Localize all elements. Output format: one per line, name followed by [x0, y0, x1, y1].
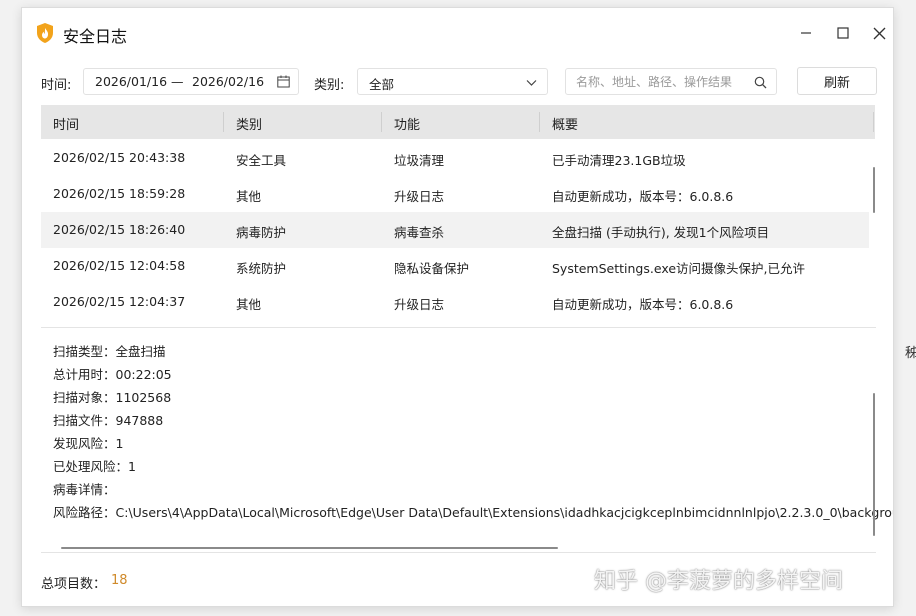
column-divider[interactable]: [223, 112, 224, 132]
column-header-category[interactable]: 类别: [236, 114, 262, 133]
column-header-function[interactable]: 功能: [394, 114, 420, 133]
column-divider[interactable]: [539, 112, 540, 132]
cell-function: 升级日志: [394, 297, 445, 312]
footer-divider: [41, 552, 876, 553]
maximize-icon: [837, 27, 849, 39]
refresh-button[interactable]: 刷新: [797, 67, 877, 95]
watermark: 知乎 @李菠萝的多样空间: [594, 569, 843, 594]
table-row[interactable]: 2026/02/15 20:43:38 安全工具 垃圾清理 已手动清理23.1G…: [41, 140, 869, 176]
section-divider: [41, 327, 876, 328]
title-bar: 安全日志: [22, 8, 893, 58]
column-divider[interactable]: [381, 112, 382, 132]
detail-total-time: 总计用时：00:22:05: [53, 367, 172, 382]
close-button[interactable]: [868, 22, 890, 44]
table-vertical-scrollbar[interactable]: [873, 167, 875, 213]
column-header-time[interactable]: 时间: [53, 114, 79, 133]
date-separator: —: [171, 74, 184, 89]
category-dropdown[interactable]: 全部: [357, 68, 548, 95]
chevron-down-icon: [526, 80, 537, 86]
cell-category: 其他: [236, 189, 262, 204]
category-filter-label: 类别:: [314, 78, 345, 93]
window-title: 安全日志: [63, 27, 128, 46]
detail-horizontal-scrollbar[interactable]: [61, 547, 558, 549]
cell-summary: 自动更新成功，版本号：6.0.8.6: [552, 297, 734, 312]
minimize-button[interactable]: [795, 22, 817, 44]
cell-function: 隐私设备保护: [394, 261, 470, 276]
cell-category: 安全工具: [236, 153, 287, 168]
table-row[interactable]: 2026/02/15 18:59:28 其他 升级日志 自动更新成功，版本号：6…: [41, 176, 869, 212]
cell-summary: 全盘扫描 (手动执行), 发现1个风险项目: [552, 225, 770, 240]
cell-function: 病毒查杀: [394, 225, 445, 240]
log-table: 时间 类别 功能 概要 2026/02/15 20:43:38 安全工具 垃圾清…: [41, 105, 876, 325]
category-selected-value: 全部: [369, 77, 395, 92]
total-items-count: 18: [111, 573, 128, 588]
cell-time: 2026/02/15 18:26:40: [53, 222, 186, 237]
detail-risk-path: 风险路径：C:\Users\4\AppData\Local\Microsoft\…: [53, 505, 894, 520]
detail-virus-info: 病毒详情：: [53, 482, 116, 497]
date-range-picker[interactable]: 2026/01/16 — 2026/02/16: [83, 68, 299, 95]
cell-function: 升级日志: [394, 189, 445, 204]
cell-category: 其他: [236, 297, 262, 312]
calendar-icon[interactable]: [277, 75, 290, 88]
close-icon: [873, 27, 885, 39]
cell-time: 2026/02/15 12:04:37: [53, 294, 186, 309]
detail-scan-files: 扫描文件：947888: [53, 413, 164, 428]
date-end: 2026/02/16: [192, 74, 265, 89]
table-row[interactable]: 2026/02/15 12:04:37 其他 升级日志 自动更新成功，版本号：6…: [41, 284, 869, 320]
security-log-window: 安全日志 时间: 2026/01/16 — 2026/02/16 类别: 全部: [21, 7, 894, 607]
cell-time: 2026/02/15 12:04:58: [53, 258, 186, 273]
detail-scan-type: 扫描类型：全盘扫描: [53, 344, 166, 359]
cell-time: 2026/02/15 18:59:28: [53, 186, 186, 201]
detail-vertical-scrollbar[interactable]: [873, 393, 875, 536]
cell-summary: 自动更新成功，版本号：6.0.8.6: [552, 189, 734, 204]
search-input[interactable]: [576, 73, 746, 91]
column-divider: [873, 112, 874, 132]
search-field[interactable]: [565, 68, 777, 95]
cell-time: 2026/02/15 20:43:38: [53, 150, 186, 165]
detail-scan-objects: 扫描对象：1102568: [53, 390, 172, 405]
detail-risks-found: 发现风险：1: [53, 436, 124, 451]
cell-category: 系统防护: [236, 261, 287, 276]
minimize-icon: [801, 32, 811, 34]
column-header-summary[interactable]: 概要: [552, 114, 578, 133]
cell-summary: SystemSettings.exe访问摄像头保护,已允许: [552, 261, 806, 276]
search-icon[interactable]: [754, 76, 767, 89]
cell-summary: 已手动清理23.1GB垃圾: [552, 153, 686, 168]
cell-function: 垃圾清理: [394, 153, 445, 168]
date-start: 2026/01/16: [95, 74, 168, 89]
maximize-button[interactable]: [832, 22, 854, 44]
app-shield-flame-icon: [37, 23, 53, 43]
cell-category: 病毒防护: [236, 225, 287, 240]
detail-risks-handled: 已处理风险：1: [53, 459, 136, 474]
table-row-selected[interactable]: 2026/02/15 18:26:40 病毒防护 病毒查杀 全盘扫描 (手动执行…: [41, 212, 869, 248]
background-text-fragment: 秭: [905, 346, 916, 361]
table-header: 时间 类别 功能 概要: [41, 105, 875, 139]
time-filter-label: 时间:: [41, 78, 72, 93]
table-row[interactable]: 2026/02/15 12:04:58 系统防护 隐私设备保护 SystemSe…: [41, 248, 869, 284]
total-items-label: 总项目数：: [41, 577, 107, 592]
